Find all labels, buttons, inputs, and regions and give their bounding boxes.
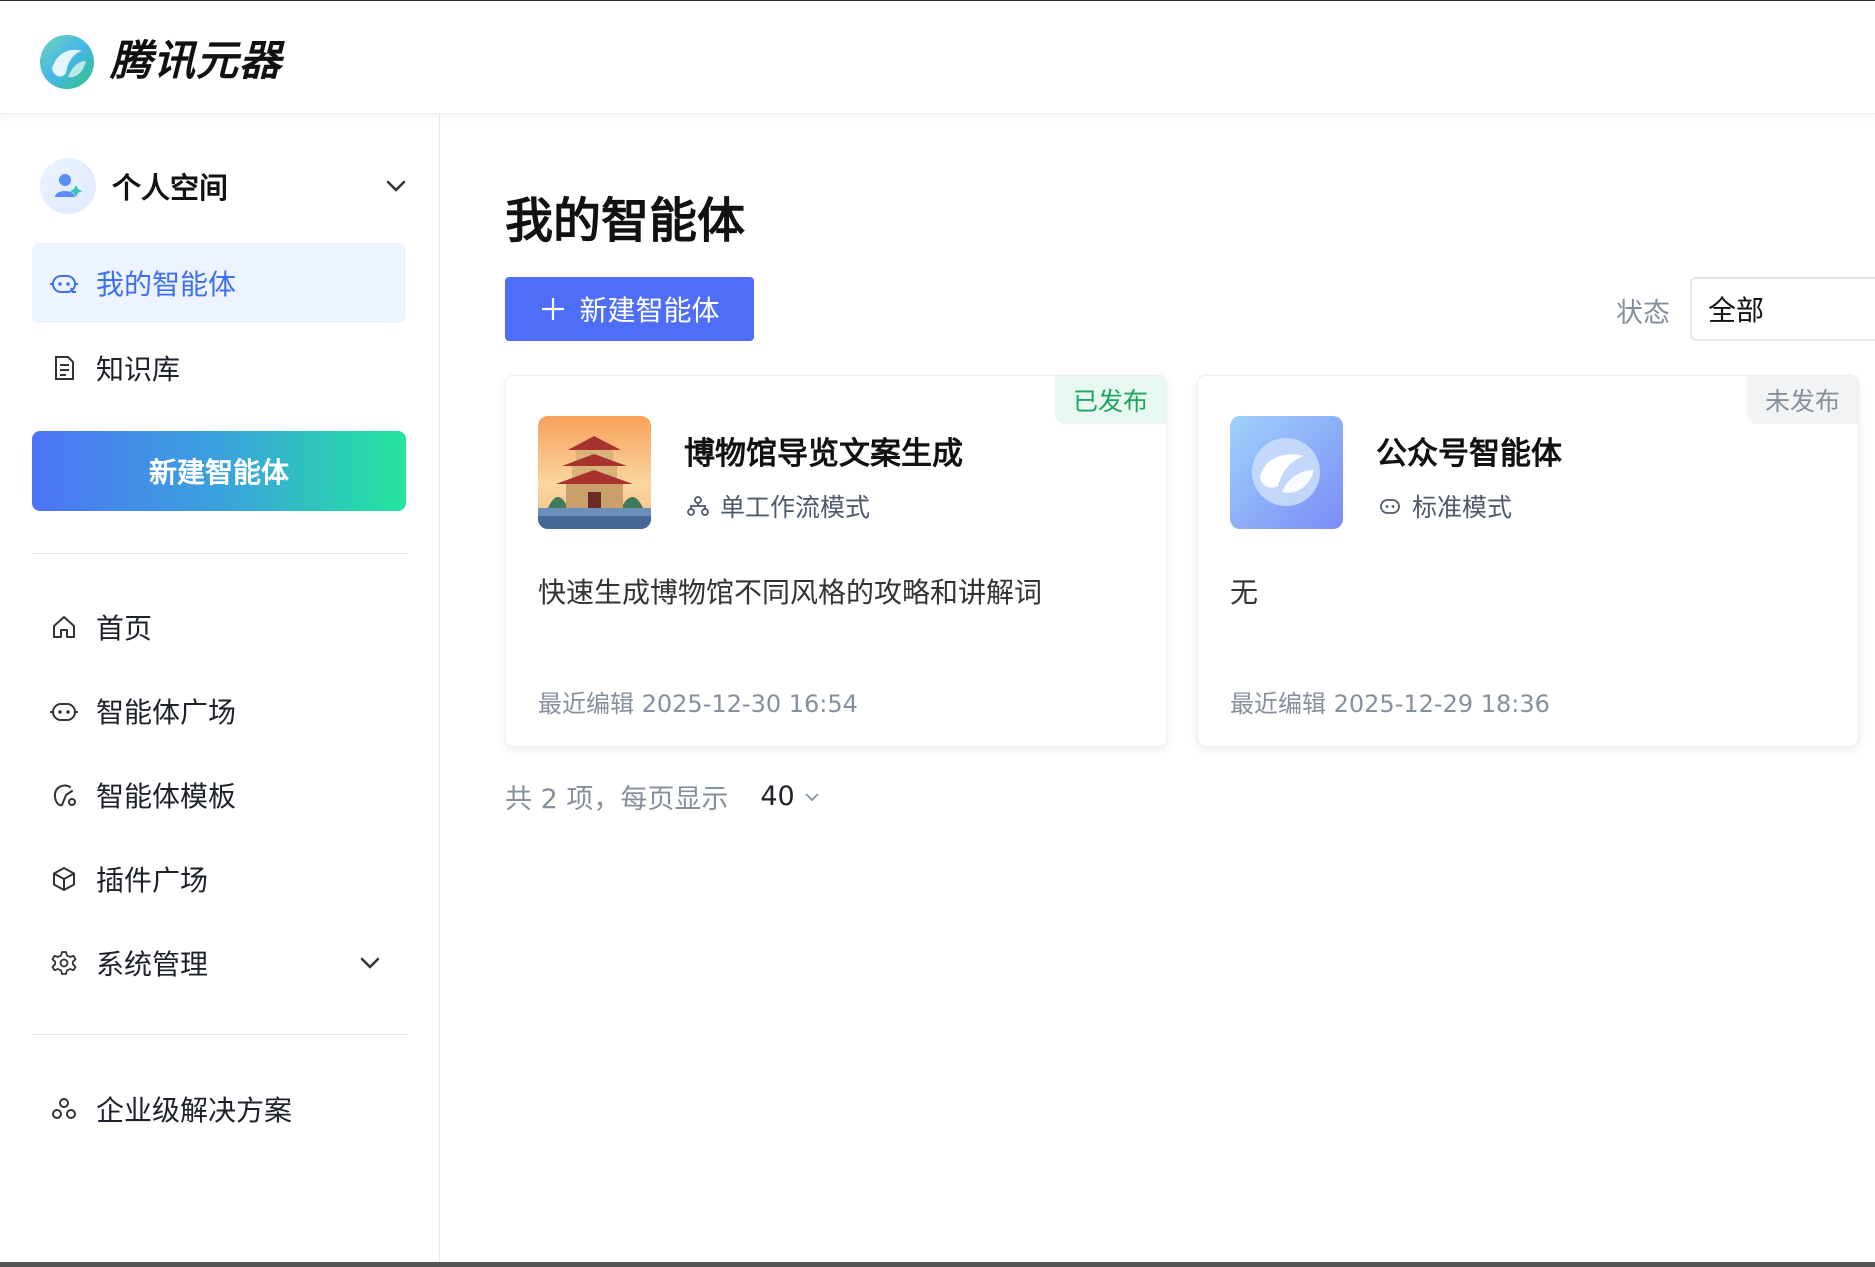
robot-icon	[48, 267, 80, 299]
robot-icon	[1380, 499, 1400, 514]
sidebar-divider	[32, 553, 408, 554]
brand-name[interactable]: 腾讯元器	[110, 35, 282, 87]
status-filter-select[interactable]: 全部	[1690, 277, 1875, 341]
status-filter-label: 状态	[1616, 298, 1670, 329]
sidebar-item-label: 我的智能体	[96, 268, 237, 301]
new-agent-button-label: 新建智能体	[579, 294, 720, 327]
sidebar-item-enterprise-solutions[interactable]: 企业级解决方案	[32, 1069, 406, 1149]
agent-mode: 单工作流模式	[686, 488, 870, 524]
sidebar-item-label: 智能体模板	[96, 780, 237, 813]
sidebar-divider	[32, 1034, 408, 1035]
user-space-icon	[40, 158, 96, 214]
space-switcher[interactable]: 个人空间	[40, 158, 410, 214]
document-icon	[48, 352, 80, 384]
workflow-icon	[687, 496, 709, 516]
sidebar-item-label: 插件广场	[96, 864, 209, 897]
agent-name: 公众号智能体	[1376, 436, 1562, 472]
chevron-down-icon	[805, 792, 819, 801]
plus-icon	[542, 298, 565, 320]
status-badge: 已发布	[1054, 376, 1166, 424]
last-edited: 最近编辑 2025-12-30 16:54	[538, 690, 858, 718]
pagination-summary: 共 2 项，每页显示	[505, 784, 729, 815]
top-bar: 腾讯元器	[0, 1, 1875, 114]
sidebar-item-system-management[interactable]: 系统管理	[32, 923, 406, 1003]
sidebar-item-my-agents[interactable]: 我的智能体	[32, 243, 406, 323]
space-label: 个人空间	[112, 171, 229, 205]
agent-card[interactable]: 未发布 公众号智能体 标准模式 无 最近编辑 2025-12-29 18:36	[1197, 375, 1859, 747]
agent-description: 快速生成博物馆不同风格的攻略和讲解词	[538, 576, 1043, 609]
enterprise-icon	[48, 1093, 80, 1125]
gear-icon	[48, 947, 80, 979]
sidebar-item-label: 智能体广场	[96, 696, 237, 729]
agent-card[interactable]: 已发布 博物馆导览文案生成 单工作流模式 快速生成博物馆不同风格的攻略和讲解词 …	[505, 375, 1167, 747]
agent-description: 无	[1230, 576, 1259, 609]
museum-pagoda-icon	[538, 416, 651, 529]
sidebar-item-knowledge-base[interactable]: 知识库	[32, 328, 406, 408]
status-badge: 未发布	[1746, 376, 1858, 424]
sidebar-item-label: 企业级解决方案	[96, 1094, 293, 1127]
sidebar-item-label: 首页	[96, 612, 153, 645]
page-title: 我的智能体	[505, 193, 746, 249]
sidebar-item-plugin-plaza[interactable]: 插件广场	[32, 839, 406, 919]
page-size-select[interactable]: 40	[760, 781, 820, 812]
home-icon	[48, 611, 80, 643]
last-edited: 最近编辑 2025-12-29 18:36	[1230, 690, 1550, 718]
robot-icon	[48, 695, 80, 727]
sidebar-item-home[interactable]: 首页	[32, 587, 406, 667]
sidebar-item-label: 系统管理	[96, 948, 209, 981]
cube-icon	[48, 863, 80, 895]
app-window: 腾讯元器 个人空间 我的智能体 知识库 新建智能体 首页 智能体广场 智能体模板…	[0, 0, 1875, 1262]
agent-avatar-icon	[1230, 416, 1343, 529]
sidebar-item-agent-templates[interactable]: 智能体模板	[32, 755, 406, 835]
status-filter-value: 全部	[1708, 294, 1765, 327]
page-size-value: 40	[760, 781, 795, 812]
agent-mode: 标准模式	[1378, 488, 1512, 524]
new-agent-sidebar-button[interactable]: 新建智能体	[32, 431, 406, 511]
pagination: 共 2 项，每页显示 40	[505, 777, 821, 816]
new-agent-button[interactable]: 新建智能体	[505, 277, 754, 341]
template-icon	[48, 779, 80, 811]
sidebar-item-label: 知识库	[96, 353, 181, 386]
agent-mode-label: 标准模式	[1412, 493, 1513, 522]
brand-logo-icon[interactable]	[38, 33, 96, 91]
agent-mode-label: 单工作流模式	[720, 493, 871, 522]
agent-name: 博物馆导览文案生成	[684, 436, 963, 472]
chevron-down-icon[interactable]	[382, 172, 410, 200]
chevron-down-icon[interactable]	[356, 949, 384, 977]
sidebar-item-agent-plaza[interactable]: 智能体广场	[32, 671, 406, 751]
